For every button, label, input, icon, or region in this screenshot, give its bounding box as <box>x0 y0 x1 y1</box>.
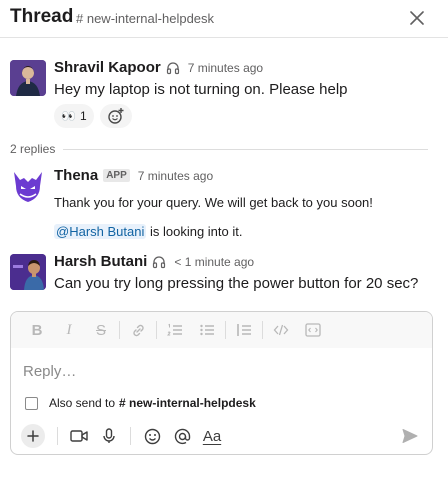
strikethrough-button[interactable]: S <box>85 316 117 344</box>
emoji-icon <box>144 428 160 444</box>
italic-button[interactable]: I <box>53 316 85 344</box>
also-send-checkbox[interactable] <box>25 396 38 410</box>
thread-channel-link[interactable]: # new-internal-helpdesk <box>76 11 214 26</box>
also-send-option: Also send to # new-internal-helpdesk <box>25 396 256 410</box>
toolbar-divider <box>119 321 120 339</box>
avatar-photo <box>10 60 46 96</box>
message-timestamp[interactable]: < 1 minute ago <box>174 255 254 269</box>
toolbar-divider <box>225 321 226 339</box>
add-reaction-button[interactable] <box>100 104 132 128</box>
bulleted-list-icon <box>200 324 214 336</box>
formatting-toggle-button[interactable]: Aa <box>197 423 227 449</box>
sender-row: Shravil Kapoor 7 minutes ago <box>54 59 263 76</box>
bulleted-list-button[interactable] <box>191 316 223 344</box>
thread-header: Thread # new-internal-helpdesk <box>0 0 448 38</box>
video-clip-button[interactable] <box>64 423 94 449</box>
mention-suffix: is looking into it. <box>146 224 243 239</box>
sender-name[interactable]: Thena <box>54 167 98 184</box>
reply-input[interactable] <box>23 360 418 382</box>
message-timestamp[interactable]: 7 minutes ago <box>138 169 213 183</box>
blockquote-icon <box>237 324 251 336</box>
add-emoji-icon <box>108 108 124 124</box>
divider-line <box>63 148 428 150</box>
code-block-button[interactable] <box>297 316 329 344</box>
ordered-list-button[interactable] <box>159 316 191 344</box>
formatting-toolbar: B I S <box>11 312 432 348</box>
avatar[interactable] <box>10 168 46 204</box>
reaction-eyes[interactable]: 👀 1 <box>54 104 94 128</box>
reaction-count: 1 <box>79 109 87 123</box>
toolbar-divider <box>57 427 58 445</box>
headphone-icon <box>166 61 180 75</box>
close-button[interactable] <box>406 7 428 29</box>
mention-button[interactable] <box>167 423 197 449</box>
thena-logo-icon <box>14 172 42 202</box>
sender-name[interactable]: Harsh Butani <box>54 253 147 270</box>
italic-icon: I <box>66 321 72 338</box>
send-icon <box>402 429 418 443</box>
avatar-photo <box>10 254 46 290</box>
microphone-icon <box>103 428 115 443</box>
mention-line: @Harsh Butani is looking into it. <box>54 224 242 239</box>
sender-row: Harsh Butani < 1 minute ago <box>54 253 254 270</box>
strikethrough-icon: S <box>95 321 106 339</box>
app-badge: APP <box>103 169 130 182</box>
code-icon <box>273 324 289 336</box>
toolbar-divider <box>262 321 263 339</box>
message-text: Hey my laptop is not turning on. Please … <box>54 81 348 98</box>
code-block-icon <box>305 323 321 337</box>
emoji-button[interactable] <box>137 423 167 449</box>
replies-divider: 2 replies <box>10 142 428 156</box>
avatar[interactable] <box>10 254 46 290</box>
bold-icon: B <box>31 321 43 339</box>
send-button[interactable] <box>396 423 424 449</box>
toolbar-divider <box>156 321 157 339</box>
video-camera-icon <box>70 430 88 442</box>
replies-count: 2 replies <box>10 142 56 156</box>
composer-actions: Aa <box>19 423 424 449</box>
message-text: Thank you for your query. We will get ba… <box>54 195 373 210</box>
eyes-emoji-icon: 👀 <box>61 109 76 123</box>
user-mention[interactable]: @Harsh Butani <box>54 224 147 239</box>
sender-name[interactable]: Shravil Kapoor <box>54 59 161 76</box>
also-send-channel: # new-internal-helpdesk <box>119 396 256 410</box>
sender-row: Thena APP 7 minutes ago <box>54 167 213 184</box>
link-icon <box>132 324 144 336</box>
link-button[interactable] <box>122 316 154 344</box>
attach-button[interactable] <box>21 424 45 448</box>
avatar[interactable] <box>10 60 46 96</box>
ordered-list-icon <box>167 323 182 336</box>
toolbar-divider <box>130 427 131 445</box>
message-timestamp[interactable]: 7 minutes ago <box>188 61 263 75</box>
bold-button[interactable]: B <box>21 316 53 344</box>
plus-icon <box>27 430 39 442</box>
audio-clip-button[interactable] <box>94 423 124 449</box>
at-sign-icon <box>174 428 190 444</box>
code-button[interactable] <box>265 316 297 344</box>
blockquote-button[interactable] <box>228 316 260 344</box>
headphone-icon <box>152 255 166 269</box>
text-format-icon: Aa <box>202 427 222 445</box>
thread-title: Thread <box>10 6 74 27</box>
reply-composer: B I S Also send to # new-internal-helpde… <box>10 311 433 455</box>
message-text: Can you try long pressing the power butt… <box>54 275 419 292</box>
also-send-label: Also send to <box>49 396 116 410</box>
close-icon <box>410 11 424 25</box>
